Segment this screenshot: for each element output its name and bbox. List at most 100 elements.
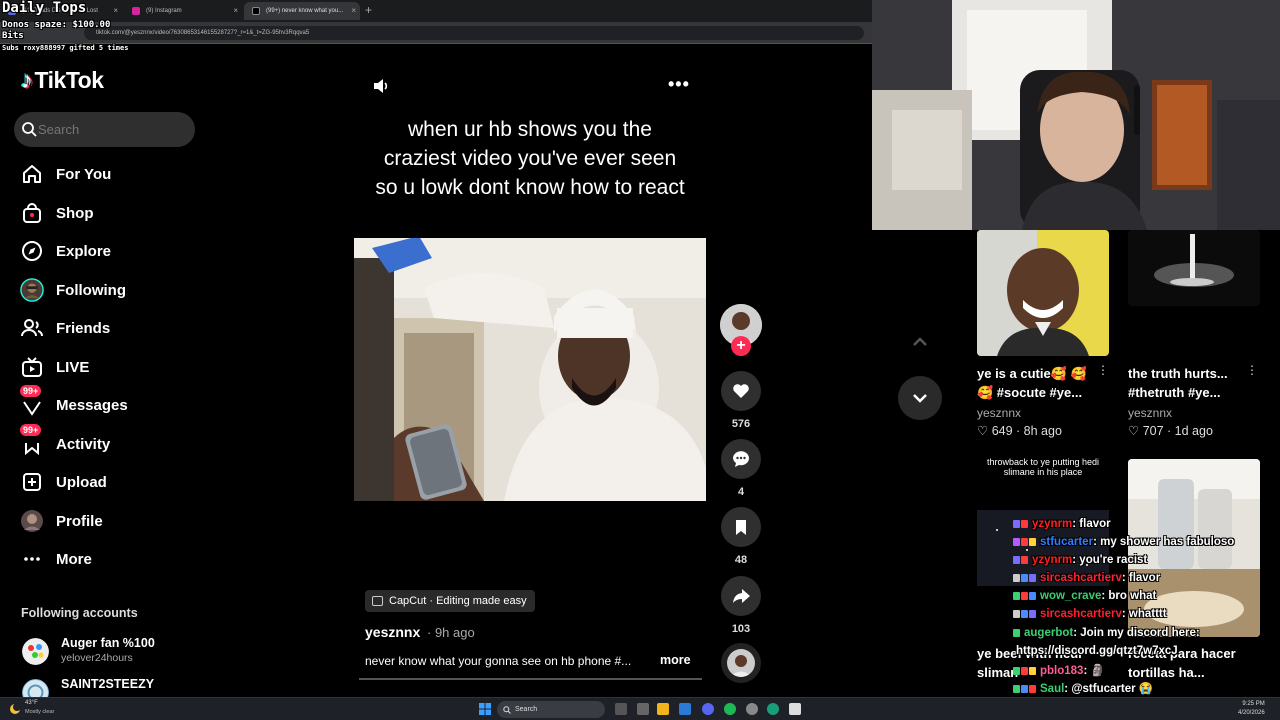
profile-avatar-icon bbox=[20, 509, 44, 533]
spotify-icon[interactable] bbox=[724, 703, 736, 715]
chat-badge-icon bbox=[1029, 574, 1036, 582]
close-tab-icon[interactable]: × bbox=[233, 2, 238, 20]
live-icon bbox=[20, 355, 44, 379]
sound-disc[interactable] bbox=[721, 643, 761, 683]
chat-message: sircashcartierv: flavor bbox=[1013, 572, 1160, 584]
chrome-icon[interactable] bbox=[789, 703, 801, 715]
chat-text: : Join my discord here: bbox=[1073, 627, 1200, 639]
video-author[interactable]: yesznnx bbox=[365, 624, 420, 640]
browser-tab-instagram[interactable]: (9) Instagram × bbox=[124, 2, 242, 20]
save-button[interactable] bbox=[721, 507, 761, 547]
description-more-link[interactable]: more bbox=[660, 653, 691, 667]
edge-icon[interactable] bbox=[767, 703, 779, 715]
nav-explore[interactable]: Explore bbox=[20, 236, 210, 266]
following-avatar-icon bbox=[20, 278, 44, 302]
volume-icon[interactable] bbox=[371, 76, 391, 96]
terminal-icon[interactable] bbox=[637, 703, 649, 715]
share-button[interactable] bbox=[721, 576, 761, 616]
following-account[interactable]: Auger fan %100 yelover24hours bbox=[22, 636, 222, 670]
save-count: 48 bbox=[734, 554, 748, 566]
taskbar-search[interactable]: Search bbox=[497, 701, 605, 718]
task-view-icon[interactable] bbox=[615, 703, 627, 715]
nav-for-you[interactable]: For You bbox=[20, 159, 210, 189]
nav-label: Shop bbox=[56, 204, 94, 222]
video-description: never know what your gonna see on hb pho… bbox=[365, 654, 632, 668]
follow-creator-button[interactable]: + bbox=[731, 336, 751, 356]
chat-badge-icon bbox=[1029, 610, 1036, 618]
chat-badge-icon bbox=[1021, 574, 1028, 582]
taskbar-date: 4/20/2026 bbox=[1238, 710, 1265, 716]
video-options-icon[interactable]: ••• bbox=[668, 74, 690, 95]
chat-badge-icon bbox=[1013, 538, 1020, 546]
chat-text: : 🗿 bbox=[1083, 665, 1105, 677]
file-explorer-icon[interactable] bbox=[657, 703, 669, 715]
nav-profile[interactable]: Profile bbox=[20, 506, 210, 536]
taskbar-time: 9:25 PM bbox=[1242, 701, 1265, 707]
nav-more[interactable]: More bbox=[20, 544, 210, 574]
feed-card-title-line: sliman bbox=[977, 665, 1019, 680]
feed-thumbnail[interactable] bbox=[977, 230, 1109, 356]
feed-card-options-icon[interactable]: ⋮ bbox=[1246, 363, 1258, 377]
activity-icon: 99+ bbox=[20, 424, 44, 456]
more-icon bbox=[20, 547, 44, 571]
shop-icon bbox=[20, 201, 44, 225]
stream-overlay-bits: Bits bbox=[2, 31, 24, 41]
nav-shop[interactable]: Shop bbox=[20, 198, 210, 228]
video-player[interactable] bbox=[354, 238, 706, 501]
nav-label: Profile bbox=[56, 512, 103, 530]
browser-tab-label: (9) Instagram bbox=[146, 8, 182, 14]
feed-thumbnail[interactable] bbox=[1128, 230, 1260, 306]
chat-message: stfucarter: my shower has fabuloso bbox=[1013, 536, 1234, 548]
chat-badge-icon bbox=[1021, 610, 1028, 618]
chat-badge-icon bbox=[1021, 592, 1028, 600]
feed-card-options-icon[interactable]: ⋮ bbox=[1097, 363, 1109, 377]
video-post-time: · 9h ago bbox=[427, 625, 475, 640]
search-box[interactable] bbox=[14, 112, 195, 147]
close-tab-icon[interactable]: × bbox=[113, 2, 118, 20]
nav-friends[interactable]: Friends bbox=[20, 313, 210, 343]
chat-message: wow_crave: bro what bbox=[1013, 590, 1156, 602]
store-icon[interactable] bbox=[679, 703, 691, 715]
nav-following[interactable]: Following bbox=[20, 275, 210, 305]
capcut-promo-chip[interactable]: CapCut · Editing made easy bbox=[365, 590, 535, 612]
comment-icon bbox=[733, 451, 749, 467]
video-caption-overlay: when ur hb shows you the craziest video … bbox=[375, 118, 685, 199]
search-input[interactable] bbox=[38, 112, 188, 147]
chat-badge-icon bbox=[1013, 556, 1020, 564]
feed-card-user[interactable]: yesznnx bbox=[977, 406, 1021, 420]
windows-start-icon[interactable] bbox=[478, 702, 492, 716]
chevron-down-icon bbox=[913, 394, 927, 403]
tiktok-logo[interactable]: ♪TikTok bbox=[21, 67, 104, 95]
browser-tab-tiktok[interactable]: (99+) never know what you... × bbox=[244, 2, 360, 20]
new-tab-icon[interactable]: + bbox=[365, 3, 372, 17]
previous-video-button[interactable] bbox=[898, 320, 942, 364]
chat-username: sircashcartierv bbox=[1040, 608, 1122, 620]
close-tab-icon[interactable]: × bbox=[351, 2, 356, 20]
obs-icon[interactable] bbox=[746, 703, 758, 715]
nav-messages[interactable]: 99+ Messages bbox=[20, 385, 210, 420]
weather-temperature[interactable]: 43°F bbox=[25, 700, 38, 706]
bookmark-icon bbox=[736, 520, 746, 535]
discord-icon[interactable] bbox=[702, 703, 714, 715]
chat-text: : @stfucarter 😭 bbox=[1064, 683, 1154, 695]
video-progress-bar[interactable] bbox=[359, 678, 702, 680]
share-icon bbox=[733, 589, 750, 603]
feed-card-user[interactable]: yesznnx bbox=[1128, 406, 1172, 420]
taskbar-clock[interactable]: 9:25 PM 4/20/2026 bbox=[1238, 700, 1265, 718]
tiktok-wordmark: TikTok bbox=[34, 67, 105, 93]
like-button[interactable] bbox=[721, 371, 761, 411]
next-video-button[interactable] bbox=[898, 376, 942, 420]
nav-upload[interactable]: Upload bbox=[20, 467, 210, 497]
chat-badge-icon bbox=[1013, 667, 1020, 675]
chat-text: : bro what bbox=[1101, 590, 1157, 602]
nav-activity[interactable]: 99+ Activity bbox=[20, 424, 210, 459]
messages-icon: 99+ bbox=[20, 385, 44, 417]
browser-toolbar: tiktok.com/@yesznnx/video/76308653146155… bbox=[0, 22, 872, 44]
nav-label: Following bbox=[56, 281, 126, 299]
chat-message: yzynrm: you're racist bbox=[1013, 554, 1147, 566]
comment-button[interactable] bbox=[721, 439, 761, 479]
nav-live[interactable]: LIVE bbox=[20, 352, 210, 382]
address-bar[interactable]: tiktok.com/@yesznnx/video/76308653146155… bbox=[84, 26, 864, 40]
heart-icon bbox=[733, 384, 749, 398]
account-handle: yelover24hours bbox=[61, 652, 133, 664]
